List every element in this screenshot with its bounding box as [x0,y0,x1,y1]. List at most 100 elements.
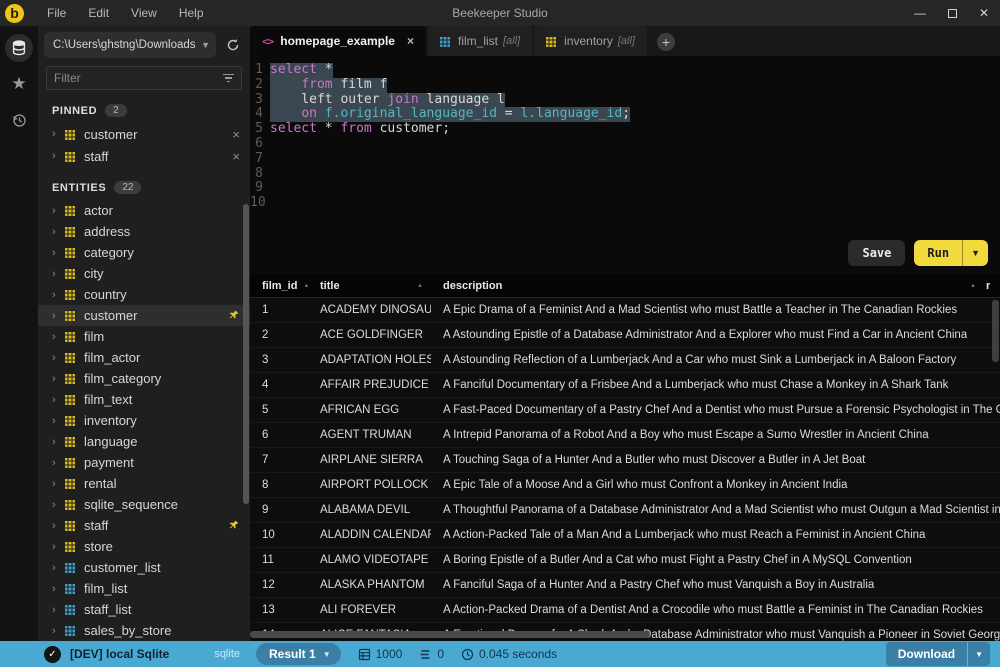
sidebar-item-customer_list[interactable]: ›customer_list [38,557,250,578]
chevron-right-icon[interactable]: › [52,478,65,490]
save-button[interactable]: Save [848,240,905,266]
column-header-partial[interactable]: r [982,274,1000,297]
new-tab-button[interactable]: + [657,33,675,51]
table-row[interactable]: 8AIRPORT POLLOCKA Epic Tale of a Moose A… [250,473,1000,498]
table-row[interactable]: 5AFRICAN EGGA Fast-Paced Documentary of … [250,398,1000,423]
table-row[interactable]: 9ALABAMA DEVILA Thoughtful Panorama of a… [250,498,1000,523]
sidebar-scrollbar[interactable] [243,204,249,504]
chevron-right-icon[interactable]: › [52,457,65,469]
tab-homepage_example[interactable]: <>homepage_example× [250,26,426,56]
sidebar-item-film[interactable]: ›film [38,326,250,347]
result-selector[interactable]: Result 1 ▼ [256,643,341,665]
sidebar-item-category[interactable]: ›category [38,242,250,263]
sidebar-item-staff_list[interactable]: ›staff_list [38,599,250,620]
chevron-right-icon[interactable]: › [52,128,65,140]
menu-file[interactable]: File [36,2,77,24]
sidebar-item-sales_by_store[interactable]: ›sales_by_store [38,620,250,641]
unpin-icon[interactable]: × [232,149,240,164]
filter-input[interactable] [54,71,223,85]
entity-label: inventory [84,413,137,428]
tab-film_list[interactable]: film_list[all] [428,26,532,56]
tab-inventory[interactable]: inventory[all] [534,26,647,56]
sidebar-item-film_category[interactable]: ›film_category [38,368,250,389]
tab-label: inventory [564,34,613,48]
sidebar-item-inventory[interactable]: › inventory [38,410,250,431]
chevron-right-icon[interactable]: › [52,352,65,364]
chevron-right-icon[interactable]: › [52,604,65,616]
unpin-icon[interactable]: × [232,127,240,142]
menu-edit[interactable]: Edit [77,2,120,24]
table-row[interactable]: 13ALI FOREVERA Action-Packed Drama of a … [250,598,1000,623]
sidebar-item-customer[interactable]: ›customer× [38,123,250,145]
chevron-right-icon[interactable]: › [52,394,65,406]
table-row[interactable]: 6AGENT TRUMANA Intrepid Panorama of a Ro… [250,423,1000,448]
chevron-right-icon[interactable]: › [52,226,65,238]
column-header-description[interactable]: description ▲ [431,274,982,297]
minimize-button[interactable]: — [904,0,936,26]
sidebar-item-address[interactable]: ›address [38,221,250,242]
chevron-right-icon[interactable]: › [52,562,65,574]
sidebar-item-staff[interactable]: ›staff [38,515,250,536]
chevron-right-icon[interactable]: › [52,247,65,259]
sidebar-item-rental[interactable]: ›rental [38,473,250,494]
table-row[interactable]: 1ACADEMY DINOSAURA Epic Drama of a Femin… [250,298,1000,323]
chevron-right-icon[interactable]: › [52,583,65,595]
chevron-right-icon[interactable]: › [52,289,65,301]
sidebar-item-payment[interactable]: ›payment [38,452,250,473]
run-button[interactable]: Run [914,240,962,266]
download-options-caret[interactable]: ▼ [967,642,990,666]
chevron-right-icon[interactable]: › [52,625,65,637]
chevron-right-icon[interactable]: › [52,415,65,427]
sidebar-item-sqlite_sequence[interactable]: ›sqlite_sequence [38,494,250,515]
vertical-scrollbar[interactable] [992,300,999,362]
chevron-right-icon[interactable]: › [52,520,65,532]
table-row[interactable]: 10ALADDIN CALENDARA Action-Packed Tale o… [250,523,1000,548]
run-options-caret[interactable]: ▼ [962,240,988,266]
sidebar-item-city[interactable]: ›city [38,263,250,284]
chevron-right-icon[interactable]: › [52,436,65,448]
sidebar-item-language[interactable]: ›language [38,431,250,452]
entity-label: actor [84,203,113,218]
database-panel-icon[interactable] [5,34,33,62]
sidebar-item-store[interactable]: ›store [38,536,250,557]
table-row[interactable]: 4AFFAIR PREJUDICEA Fanciful Documentary … [250,373,1000,398]
code-line: 7 [250,152,1000,167]
sql-editor[interactable]: 1select *2 from film f3 left outer join … [250,56,1000,274]
code-line: 8 [250,167,1000,182]
favorites-icon[interactable]: ★ [5,70,33,98]
table-row[interactable]: 3ADAPTATION HOLESA Astounding Reflection… [250,348,1000,373]
sidebar-item-country[interactable]: ›country [38,284,250,305]
sidebar-item-customer[interactable]: ›customer [38,305,250,326]
menu-help[interactable]: Help [168,2,215,24]
maximize-button[interactable] [936,0,968,26]
sidebar-item-film_text[interactable]: ›film_text [38,389,250,410]
sidebar-item-staff[interactable]: ›staff× [38,145,250,167]
chevron-right-icon[interactable]: › [52,310,65,322]
table-row[interactable]: 2ACE GOLDFINGERA Astounding Epistle of a… [250,323,1000,348]
pin-icon[interactable] [227,309,240,322]
chevron-right-icon[interactable]: › [52,268,65,280]
history-icon[interactable] [5,106,33,134]
download-button[interactable]: Download [886,642,967,666]
horizontal-scrollbar[interactable] [250,631,650,638]
pin-icon[interactable] [227,519,240,532]
column-header-title[interactable]: title ▲ [308,274,431,297]
chevron-right-icon[interactable]: › [52,499,65,511]
table-row[interactable]: 11ALAMO VIDEOTAPEA Boring Epistle of a B… [250,548,1000,573]
sidebar-item-film_actor[interactable]: ›film_actor [38,347,250,368]
chevron-right-icon[interactable]: › [52,150,65,162]
sidebar-item-film_list[interactable]: ›film_list [38,578,250,599]
table-row[interactable]: 7AIRPLANE SIERRAA Touching Saga of a Hun… [250,448,1000,473]
close-window-button[interactable]: ✕ [968,0,1000,26]
chevron-right-icon[interactable]: › [52,373,65,385]
chevron-right-icon[interactable]: › [52,331,65,343]
table-row[interactable]: 12ALASKA PHANTOMA Fanciful Saga of a Hun… [250,573,1000,598]
chevron-right-icon[interactable]: › [52,541,65,553]
chevron-right-icon[interactable]: › [52,205,65,217]
menu-view[interactable]: View [120,2,168,24]
column-header-film-id[interactable]: film_id ▲ [250,274,308,297]
refresh-button[interactable] [222,34,244,56]
connection-select[interactable]: C:\Users\ghstng\Downloads ▼ [44,32,216,58]
close-tab-icon[interactable]: × [407,34,414,48]
sidebar-item-actor[interactable]: › actor [38,200,250,221]
